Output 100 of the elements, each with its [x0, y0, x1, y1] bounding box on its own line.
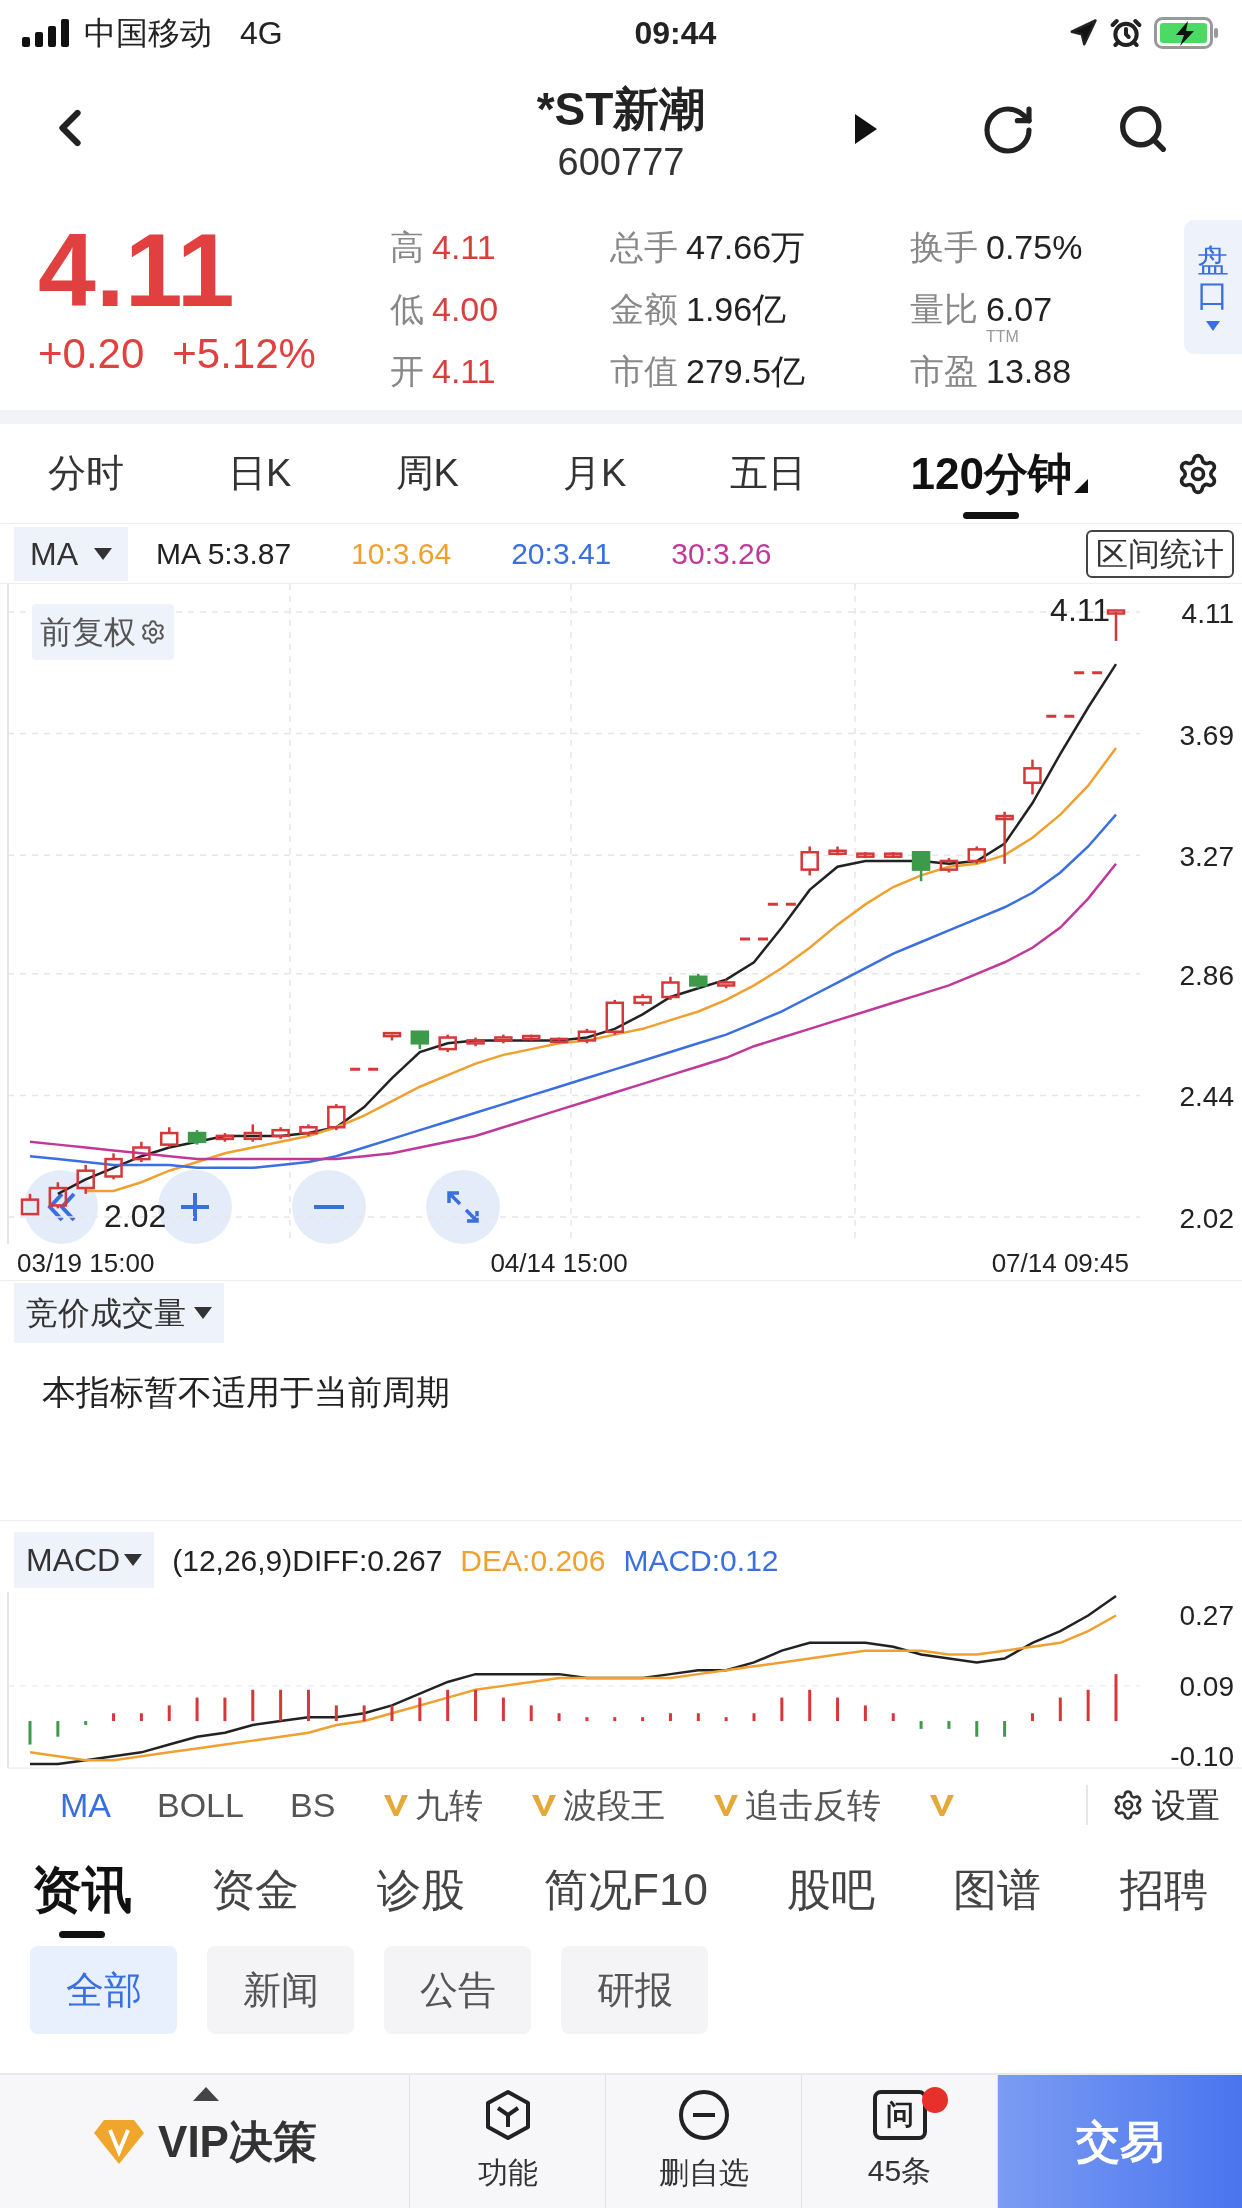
- caret-down-icon: [94, 547, 112, 560]
- candle: [884, 852, 903, 859]
- indicator-tab[interactable]: BS: [289, 1779, 336, 1831]
- axis-label: 2.02: [1179, 1203, 1234, 1234]
- candle: [911, 851, 931, 882]
- indicator-tab[interactable]: MA: [60, 1779, 111, 1831]
- indicator-dropdown[interactable]: MA: [14, 526, 128, 581]
- period-tab[interactable]: 日K: [228, 424, 292, 523]
- stat-label: 金额: [610, 289, 678, 330]
- ma-value: MA 5:3.87: [156, 536, 292, 572]
- network-type: 4G: [240, 14, 283, 53]
- caret-down-icon: [194, 1307, 212, 1319]
- stat-label: 市值: [610, 351, 678, 392]
- toolbar-action-button[interactable]: 删自选: [606, 2075, 802, 2208]
- histogram-bar: [863, 1705, 867, 1722]
- axis-label: 04/14 15:00: [490, 1248, 628, 1278]
- filter-tab[interactable]: 全部: [30, 1946, 177, 2034]
- axis-label: 3.69: [1179, 719, 1234, 751]
- histogram-bar: [668, 1713, 672, 1722]
- candle: [766, 902, 798, 906]
- stat-value: 4.00: [432, 290, 499, 328]
- stock-name: *ST新潮: [536, 82, 706, 137]
- candle: [689, 973, 708, 989]
- candle: [1072, 671, 1104, 675]
- toolbar-action-button[interactable]: 问 45条: [802, 2075, 998, 2208]
- histogram-bar: [613, 1717, 617, 1722]
- histogram-bar: [167, 1705, 171, 1722]
- axis-label: 03/19 15:00: [17, 1248, 155, 1278]
- diamond-icon: [92, 2117, 147, 2166]
- range-stats-button[interactable]: 区间统计: [1086, 529, 1234, 578]
- indicator-dropdown[interactable]: 竞价成交量: [14, 1283, 224, 1343]
- histogram-bar: [947, 1721, 951, 1729]
- stat-value: 6.07: [986, 290, 1053, 328]
- period-tab[interactable]: 五日: [730, 424, 807, 523]
- info-tab[interactable]: 简况F10: [544, 1840, 708, 1940]
- order-book-tab[interactable]: 盘口: [1184, 220, 1242, 354]
- next-stock-button[interactable]: [855, 114, 877, 144]
- indicator-tab[interactable]: 波段王: [529, 1779, 666, 1831]
- candle: [271, 1127, 290, 1139]
- filter-tab[interactable]: 新闻: [207, 1946, 354, 2034]
- stat-value: 13.88: [986, 352, 1072, 390]
- candle: [549, 1037, 569, 1044]
- period-tab[interactable]: 周K: [395, 424, 459, 523]
- corner-triangle-icon: [1073, 479, 1088, 493]
- selected-underline: [59, 1931, 105, 1938]
- stat-label: 换手: [910, 227, 978, 268]
- toolbar-action-button[interactable]: 功能: [410, 2075, 606, 2208]
- filter-tab[interactable]: 公告: [384, 1946, 531, 2034]
- histogram-bar: [1003, 1721, 1007, 1737]
- indicator-dropdown[interactable]: MACD: [14, 1532, 155, 1588]
- indicator-settings-button[interactable]: 设置: [1112, 1779, 1220, 1831]
- period-tab[interactable]: 分时: [48, 424, 124, 523]
- candle: [856, 852, 875, 859]
- candle: [577, 1028, 597, 1044]
- indicator-tab[interactable]: 九转: [381, 1779, 484, 1831]
- candle: [967, 846, 986, 864]
- info-tab[interactable]: 资讯: [32, 1840, 132, 1940]
- candle: [522, 1034, 541, 1041]
- histogram-bar: [474, 1689, 478, 1722]
- info-tab[interactable]: 诊股: [377, 1840, 466, 1940]
- stock-code: 600777: [557, 140, 685, 185]
- candle: [104, 1153, 123, 1180]
- price-change: +0.20: [38, 329, 145, 379]
- info-tab[interactable]: 资金: [210, 1840, 299, 1940]
- indicator-tab[interactable]: BOLL: [157, 1779, 244, 1831]
- candle: [738, 937, 770, 941]
- info-tab[interactable]: 股吧: [786, 1840, 875, 1940]
- axis-label: 0.27: [1179, 1600, 1234, 1632]
- period-tab[interactable]: 月K: [562, 424, 627, 523]
- histogram-bar: [390, 1705, 394, 1722]
- low-price-label: 2.02: [104, 1197, 167, 1236]
- histogram-bar: [139, 1713, 143, 1722]
- info-tab[interactable]: 招聘: [1119, 1840, 1208, 1940]
- ma-value: 20:3.41: [511, 536, 612, 572]
- candle: [466, 1037, 485, 1047]
- caret-down-icon: [124, 1554, 143, 1566]
- macd-value: DEA:0.206: [460, 1542, 606, 1579]
- histogram-bar: [112, 1713, 116, 1722]
- minus-icon: [314, 1205, 344, 1209]
- candle: [160, 1127, 179, 1148]
- histogram-bar: [808, 1689, 812, 1722]
- histogram-bar: [919, 1721, 923, 1729]
- histogram-bar: [362, 1705, 366, 1722]
- signal-icon: [22, 19, 72, 47]
- candle: [438, 1034, 457, 1052]
- ttm-label: TTM: [986, 328, 1019, 346]
- axis-label: -0.10: [1170, 1741, 1234, 1770]
- macd-value: (12,26,9)DIFF:0.267: [172, 1542, 443, 1579]
- histogram-bar: [195, 1697, 199, 1722]
- candle: [995, 811, 1014, 864]
- period-tab[interactable]: 120分钟: [910, 424, 1072, 523]
- histogram-bar: [529, 1705, 533, 1722]
- filter-tab[interactable]: 研报: [561, 1946, 708, 2034]
- histogram-bar: [1058, 1697, 1062, 1722]
- adjustment-badge[interactable]: 前复权: [32, 604, 174, 660]
- info-tab[interactable]: 图谱: [953, 1840, 1042, 1940]
- candle: [348, 1067, 380, 1071]
- vip-decision-button[interactable]: VIP决策: [0, 2075, 410, 2208]
- histogram-bar: [891, 1713, 895, 1722]
- indicator-tab[interactable]: 追击反转: [711, 1779, 882, 1831]
